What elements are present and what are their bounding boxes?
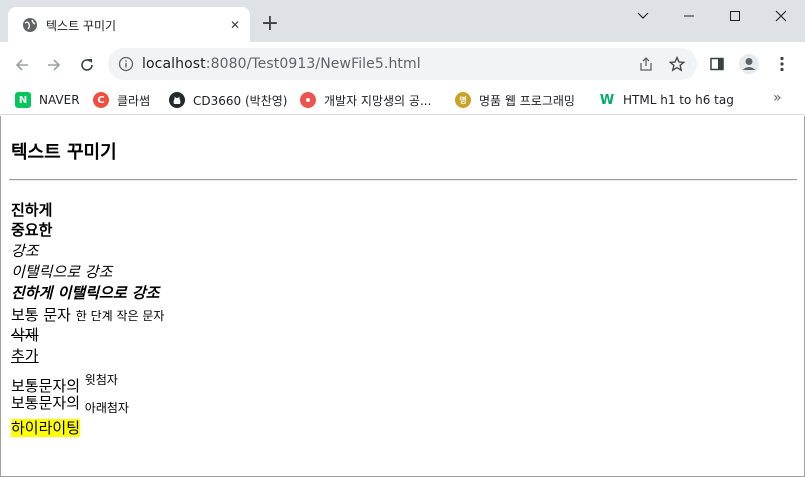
minimize-button[interactable] — [666, 0, 712, 32]
kebab-menu-icon[interactable] — [771, 53, 793, 75]
close-window-button[interactable] — [758, 0, 804, 32]
bookmark-w3schools[interactable]: W HTML h1 to h6 tag — [599, 91, 734, 109]
reload-button[interactable] — [75, 53, 99, 77]
strong-text: 중요한 — [11, 221, 53, 239]
bookmark-web-programming[interactable]: 명 명품 웹 프로그래밍 — [455, 91, 575, 109]
maximize-button[interactable] — [712, 0, 758, 32]
naver-icon: N — [15, 92, 31, 108]
italic-text: 이탤릭으로 강조 — [11, 263, 113, 281]
url-text[interactable]: localhost:8080/Test0913/NewFile5.html — [142, 56, 421, 72]
normal-text: 보통 문자 — [11, 306, 71, 324]
bookmark-naver[interactable]: N NAVER — [15, 91, 80, 109]
highlighted-text: 하이라이팅 — [11, 419, 81, 437]
bookmark-github[interactable]: CD3660 (박찬영) — [169, 91, 287, 109]
bookmarks-overflow-chevron-icon[interactable]: » — [773, 90, 782, 106]
highlight-line: 하이라이팅 — [11, 418, 81, 438]
tab-active[interactable]: 텍스트 꾸미기 ✕ — [8, 7, 250, 42]
share-icon[interactable] — [638, 56, 654, 72]
tab-title: 텍스트 꾸미기 — [46, 19, 117, 33]
github-icon — [169, 92, 185, 108]
bookmark-star-icon[interactable] — [669, 56, 685, 72]
subscript-text: 아래첨자 — [84, 401, 129, 415]
normal-and-small-text: 보통 문자 한 단계 작은 문자 — [11, 305, 164, 326]
bookmark-classum[interactable]: C 클라썸 — [93, 91, 150, 109]
tab-close-icon[interactable]: ✕ — [227, 17, 243, 33]
bookmarks-bar: N NAVER C 클라썸 CD3660 (박찬영) 개발자 지망생의 공...… — [0, 86, 805, 115]
back-button[interactable] — [10, 53, 34, 77]
arrow-right-icon — [48, 59, 61, 71]
superscript-text: 윗첨자 — [84, 373, 118, 387]
subscript-line: 보통문자의 아래첨자 — [11, 393, 129, 418]
browser-toolbar: localhost:8080/Test0913/NewFile5.html — [0, 42, 805, 86]
page-content: 텍스트 꾸미기 진하게 중요한 강조 이탤릭으로 강조 진하게 이탤릭으로 강조… — [0, 116, 805, 477]
page-heading: 텍스트 꾸미기 — [11, 142, 117, 163]
bold-italic-text: 진하게 이탤릭으로 강조 — [11, 284, 160, 302]
horizontal-rule — [9, 179, 797, 181]
reload-icon — [81, 59, 93, 71]
new-tab-button[interactable]: + — [259, 13, 281, 36]
small-text: 한 단계 작은 문자 — [75, 309, 165, 323]
bold-text: 진하게 — [11, 201, 53, 219]
tab-strip: 텍스트 꾸미기 ✕ + — [0, 0, 805, 42]
arrow-left-icon — [15, 59, 28, 71]
address-bar[interactable]: localhost:8080/Test0913/NewFile5.html — [108, 48, 697, 80]
tab-search-chevron-icon[interactable] — [620, 0, 666, 32]
profile-avatar-icon[interactable] — [738, 53, 760, 75]
bookmark-dev-blog[interactable]: 개발자 지망생의 공... — [300, 91, 431, 109]
blog-icon — [300, 92, 316, 108]
side-panel-icon[interactable] — [706, 53, 728, 75]
w3schools-icon: W — [599, 92, 615, 108]
book-icon: 명 — [455, 92, 471, 108]
forward-button[interactable] — [42, 53, 66, 77]
globe-icon — [23, 18, 37, 32]
classum-icon: C — [93, 92, 109, 108]
info-icon[interactable] — [118, 56, 134, 72]
em-text: 강조 — [11, 242, 39, 260]
deleted-text: 삭제 — [11, 326, 39, 344]
inserted-text: 추가 — [11, 347, 39, 365]
sub-base-text: 보통문자의 — [11, 394, 81, 412]
